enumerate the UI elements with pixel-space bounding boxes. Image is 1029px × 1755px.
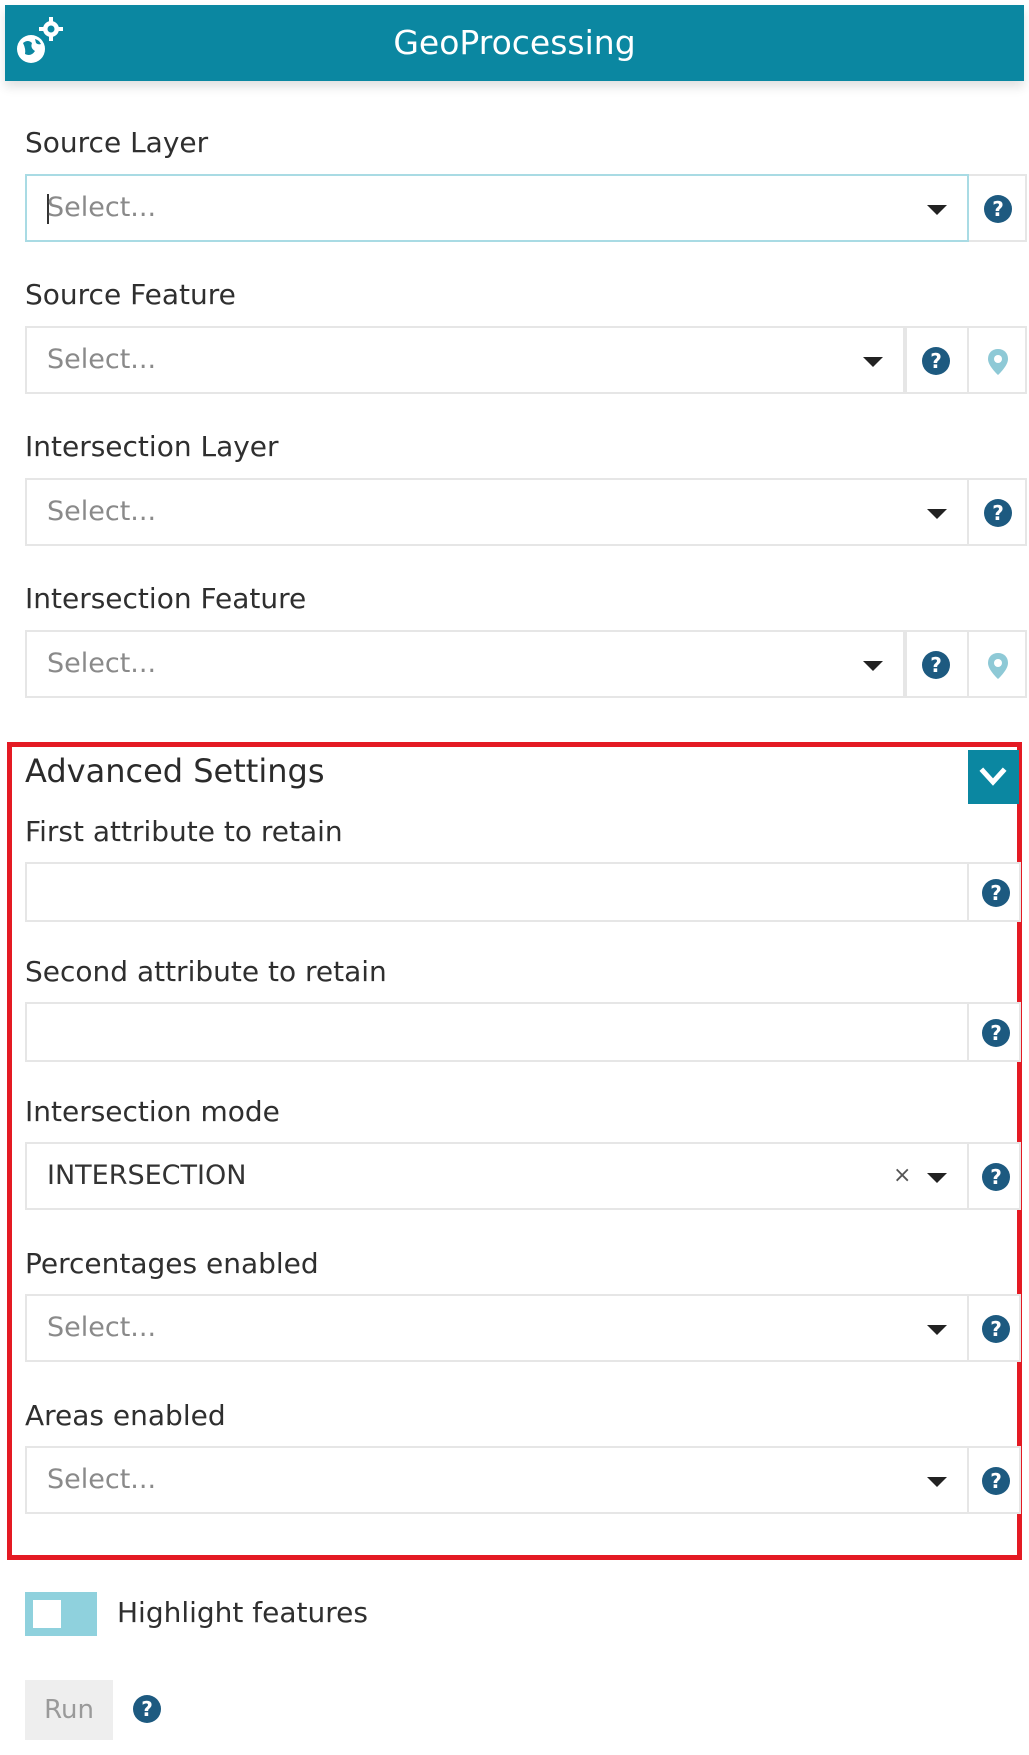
second-attribute-help[interactable]: ? bbox=[969, 1002, 1021, 1062]
help-icon[interactable]: ? bbox=[132, 1694, 162, 1724]
intersection-layer-select[interactable]: Select... bbox=[25, 478, 969, 546]
source-feature-help[interactable]: ? bbox=[905, 326, 969, 394]
svg-text:?: ? bbox=[990, 1469, 1002, 1493]
chevron-down-icon[interactable] bbox=[863, 357, 883, 367]
help-icon[interactable]: ? bbox=[921, 346, 951, 376]
intersection-mode-select[interactable]: INTERSECTION × bbox=[25, 1142, 969, 1210]
app-header: GeoProcessing bbox=[5, 5, 1024, 81]
chevron-down-icon[interactable] bbox=[927, 1477, 947, 1487]
chevron-down-icon[interactable] bbox=[927, 1173, 947, 1183]
svg-text:?: ? bbox=[992, 501, 1004, 525]
source-feature-locate[interactable] bbox=[969, 326, 1027, 394]
intersection-layer-placeholder: Select... bbox=[47, 496, 157, 527]
run-button[interactable]: Run bbox=[25, 1680, 113, 1740]
help-icon[interactable]: ? bbox=[983, 498, 1013, 528]
source-feature-placeholder: Select... bbox=[47, 344, 157, 375]
highlight-features-toggle[interactable] bbox=[25, 1592, 97, 1636]
chevron-down-icon[interactable] bbox=[979, 763, 1007, 791]
help-icon[interactable]: ? bbox=[921, 650, 951, 680]
areas-enabled-select[interactable]: Select... bbox=[25, 1446, 969, 1514]
first-attribute-input[interactable] bbox=[25, 862, 969, 922]
intersection-layer-help[interactable]: ? bbox=[969, 478, 1027, 546]
svg-text:?: ? bbox=[990, 1317, 1002, 1341]
toggle-knob[interactable] bbox=[33, 1600, 61, 1628]
svg-text:?: ? bbox=[930, 349, 942, 373]
intersection-layer-label: Intersection Layer bbox=[25, 430, 279, 463]
source-feature-label: Source Feature bbox=[25, 278, 236, 311]
svg-text:?: ? bbox=[990, 881, 1002, 905]
source-layer-placeholder: Select... bbox=[47, 192, 157, 223]
second-attribute-input[interactable] bbox=[25, 1002, 969, 1062]
intersection-feature-select[interactable]: Select... bbox=[25, 630, 905, 698]
chevron-down-icon[interactable] bbox=[927, 205, 947, 215]
help-icon[interactable]: ? bbox=[981, 878, 1011, 908]
source-layer-help[interactable]: ? bbox=[969, 174, 1027, 242]
percentages-enabled-label: Percentages enabled bbox=[25, 1247, 319, 1280]
areas-enabled-label: Areas enabled bbox=[25, 1399, 226, 1432]
highlight-features-label: Highlight features bbox=[117, 1596, 368, 1629]
intersection-feature-label: Intersection Feature bbox=[25, 582, 307, 615]
intersection-feature-locate[interactable] bbox=[969, 630, 1027, 698]
source-feature-select[interactable]: Select... bbox=[25, 326, 905, 394]
second-attribute-label: Second attribute to retain bbox=[25, 955, 387, 988]
areas-enabled-help[interactable]: ? bbox=[969, 1446, 1021, 1514]
chevron-down-icon[interactable] bbox=[927, 509, 947, 519]
help-icon[interactable]: ? bbox=[981, 1018, 1011, 1048]
chevron-down-icon[interactable] bbox=[863, 661, 883, 671]
page-title: GeoProcessing bbox=[393, 23, 636, 62]
chevron-down-icon[interactable] bbox=[927, 1325, 947, 1335]
areas-enabled-placeholder: Select... bbox=[47, 1464, 157, 1495]
help-icon[interactable]: ? bbox=[983, 194, 1013, 224]
intersection-mode-value: INTERSECTION bbox=[47, 1160, 247, 1191]
advanced-settings-toggle[interactable] bbox=[968, 750, 1019, 804]
percentages-enabled-help[interactable]: ? bbox=[969, 1294, 1021, 1362]
intersection-mode-label: Intersection mode bbox=[25, 1095, 280, 1128]
svg-text:?: ? bbox=[992, 197, 1004, 221]
percentages-enabled-select[interactable]: Select... bbox=[25, 1294, 969, 1362]
help-icon[interactable]: ? bbox=[981, 1162, 1011, 1192]
svg-text:?: ? bbox=[141, 1697, 153, 1721]
help-icon[interactable]: ? bbox=[981, 1314, 1011, 1344]
percentages-enabled-placeholder: Select... bbox=[47, 1312, 157, 1343]
intersection-feature-placeholder: Select... bbox=[47, 648, 157, 679]
map-marker-icon[interactable] bbox=[987, 348, 1009, 376]
intersection-feature-help[interactable]: ? bbox=[905, 630, 969, 698]
source-layer-select[interactable]: Select... bbox=[25, 174, 969, 242]
svg-text:?: ? bbox=[990, 1165, 1002, 1189]
advanced-settings-title: Advanced Settings bbox=[25, 752, 325, 790]
first-attribute-help[interactable]: ? bbox=[969, 862, 1021, 922]
svg-text:?: ? bbox=[990, 1021, 1002, 1045]
first-attribute-label: First attribute to retain bbox=[25, 815, 343, 848]
intersection-mode-help[interactable]: ? bbox=[969, 1142, 1021, 1210]
svg-text:?: ? bbox=[930, 653, 942, 677]
source-layer-label: Source Layer bbox=[25, 126, 209, 159]
map-marker-icon[interactable] bbox=[987, 652, 1009, 680]
help-icon[interactable]: ? bbox=[981, 1466, 1011, 1496]
clear-icon[interactable]: × bbox=[893, 1144, 911, 1208]
